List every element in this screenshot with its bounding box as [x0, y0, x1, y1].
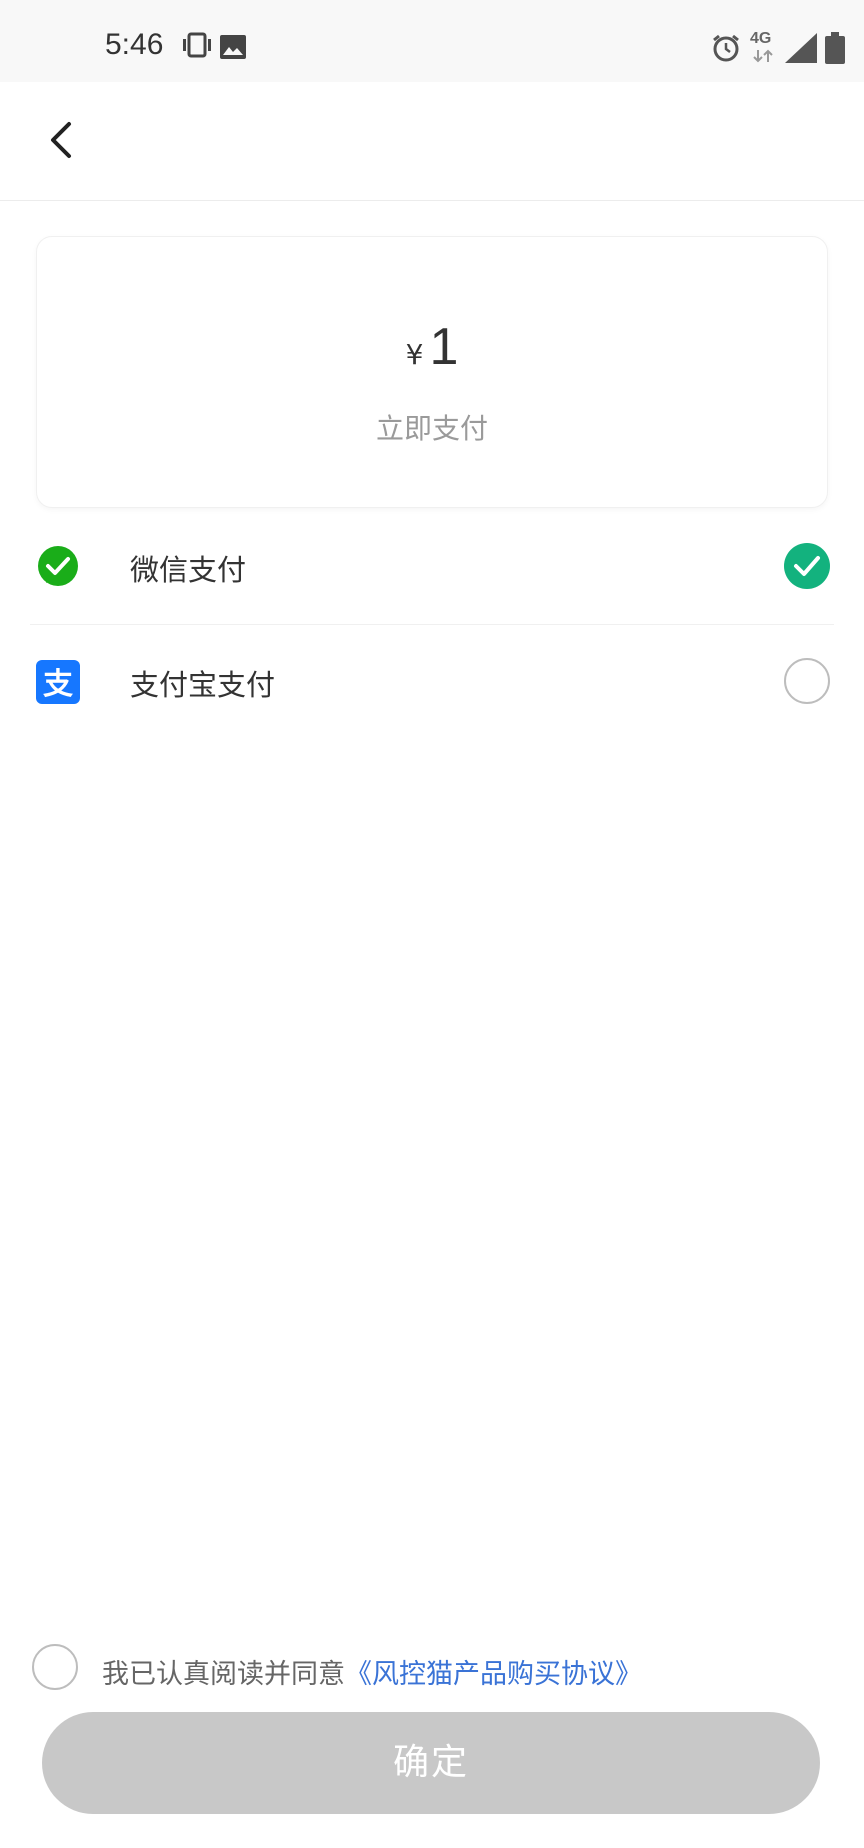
agreement-prefix: 我已认真阅读并同意	[102, 1659, 345, 1690]
payment-option-wechat[interactable]: 微信支付	[30, 510, 834, 625]
radio-unselected-alipay[interactable]	[784, 658, 830, 704]
agreement-checkbox[interactable]	[32, 1644, 78, 1690]
currency-symbol: ¥	[405, 338, 424, 371]
back-button[interactable]	[36, 108, 100, 172]
app-bar	[0, 82, 864, 201]
signal-icon	[785, 33, 817, 67]
radio-selected-wechat[interactable]	[784, 543, 830, 589]
payment-option-alipay[interactable]: 支 支付宝支付	[30, 625, 834, 739]
amount-display: ¥1	[37, 317, 827, 377]
confirm-button[interactable]: 确定	[42, 1712, 820, 1814]
chevron-left-icon	[36, 122, 100, 176]
vibrate-icon	[180, 32, 214, 62]
alipay-icon: 支	[36, 660, 80, 704]
checkmark-icon	[794, 556, 820, 576]
agreement-link[interactable]: 《风控猫产品购买协议》	[345, 1659, 642, 1690]
agreement-text: 我已认真阅读并同意《风控猫产品购买协议》	[102, 1652, 642, 1691]
payment-label-wechat: 微信支付	[130, 553, 247, 587]
status-bar: 5:46 4G	[0, 0, 864, 82]
alarm-icon	[711, 33, 741, 67]
pay-now-label: 立即支付	[375, 412, 488, 445]
payment-label-alipay: 支付宝支付	[130, 668, 276, 702]
network-type-label: 4G	[750, 30, 772, 47]
amount-card: ¥1 立即支付	[36, 236, 828, 508]
battery-icon	[825, 32, 845, 68]
wechat-pay-icon	[36, 545, 80, 589]
status-time: 5:46	[105, 28, 164, 61]
network-arrows-icon	[752, 48, 774, 67]
image-icon	[220, 35, 246, 63]
amount-value: 1	[429, 318, 459, 376]
svg-text:支: 支	[43, 667, 73, 702]
agreement-row: 我已认真阅读并同意《风控猫产品购买协议》	[32, 1640, 832, 1696]
